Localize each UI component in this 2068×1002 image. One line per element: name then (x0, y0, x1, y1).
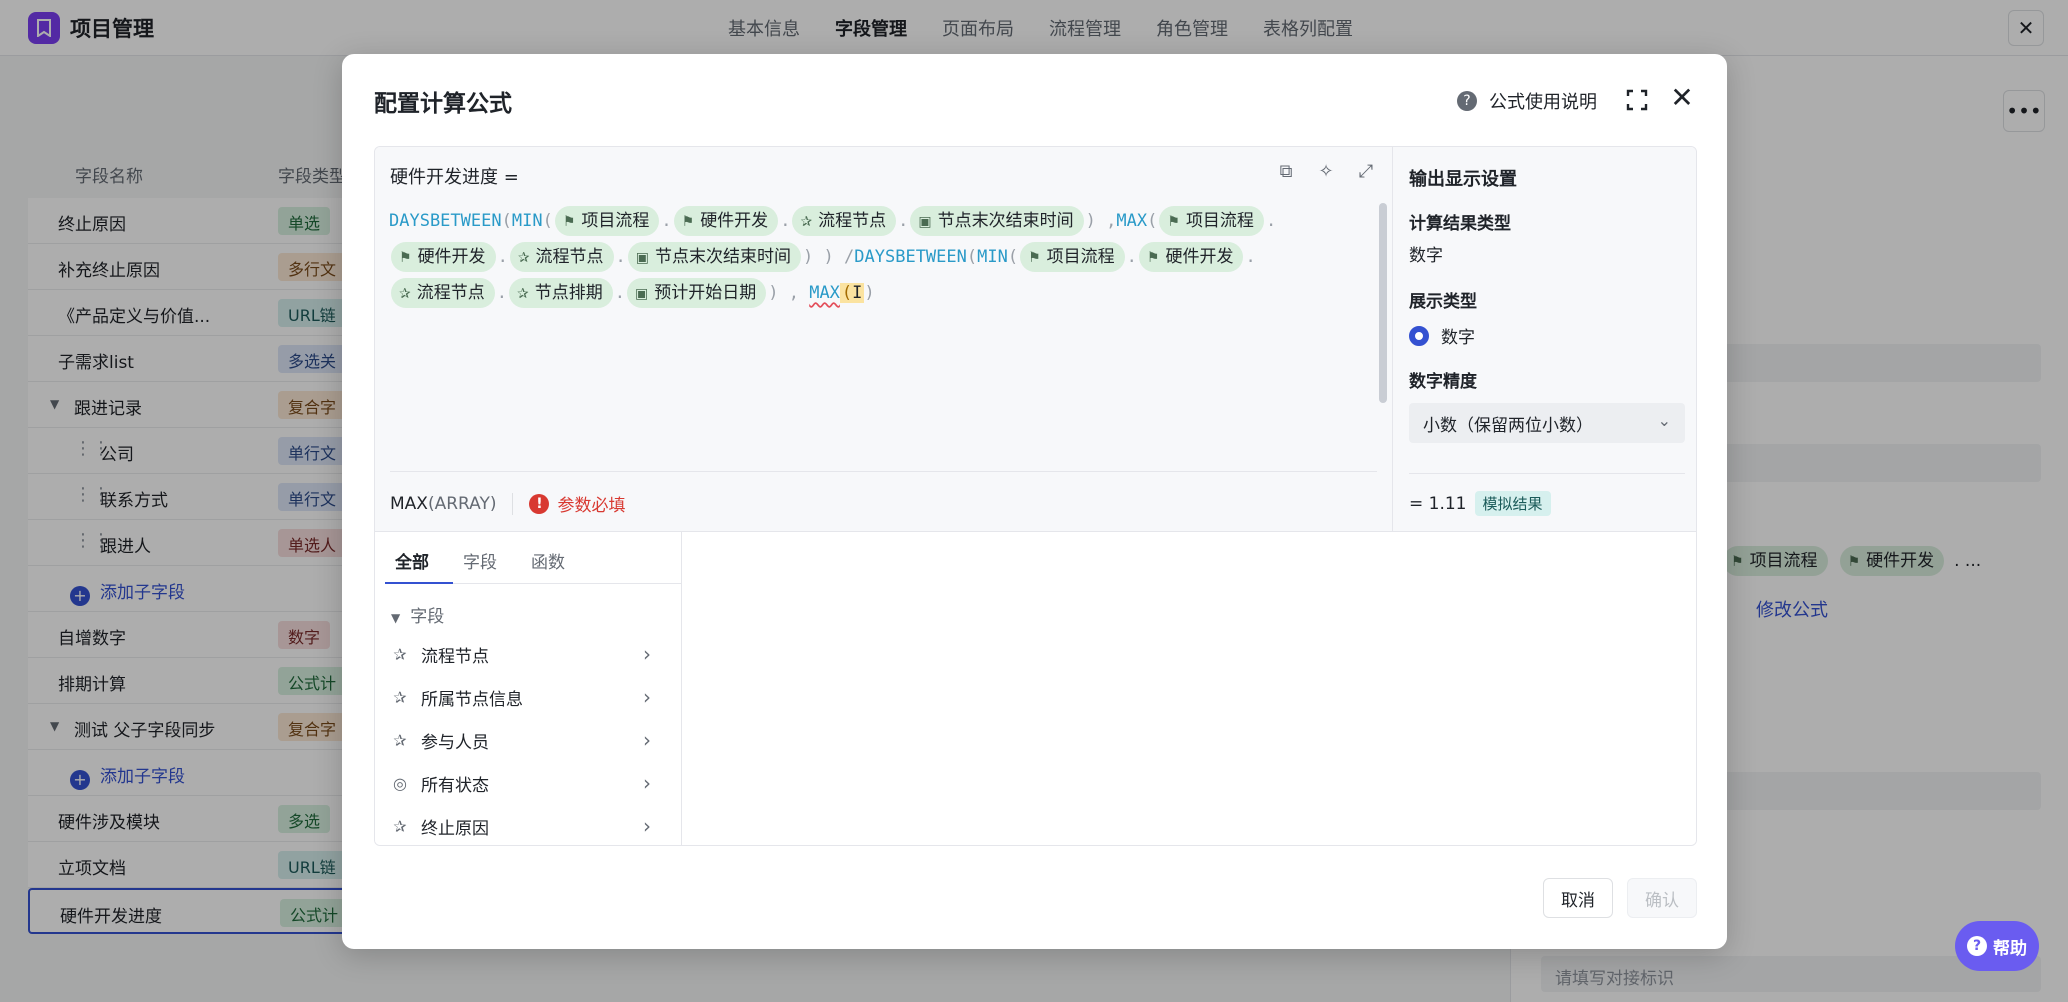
caret-down-icon: ▼ (391, 611, 401, 625)
field-chip: ✰ 流程节点 (391, 278, 495, 308)
calendar-icon: ▣ (635, 250, 650, 266)
output-settings: 输出显示设置 计算结果类型 数字 展示类型 数字 数字精度 小数（保留两位小数）… (1393, 147, 1696, 531)
insert-tabs: 全部 字段 函数 (385, 532, 681, 584)
error-icon: ! (529, 493, 550, 514)
flag-icon: ⚑ (562, 214, 576, 230)
node-star-icon: ✰ (800, 214, 813, 230)
node-star-icon: ✰ (393, 687, 407, 707)
field-chip: ⚑ 硬件开发 (1138, 242, 1244, 272)
flag-icon: ⚑ (1146, 250, 1160, 266)
question-icon: ? (1967, 936, 1987, 956)
precision-select[interactable]: 小数（保留两位小数） ⌄ (1409, 403, 1685, 443)
tab-all[interactable]: 全部 (385, 532, 453, 584)
result-type-label: 计算结果类型 (1409, 214, 1511, 234)
simulated-result-badge: 模拟结果 (1474, 491, 1551, 516)
node-star-icon: ✰ (399, 286, 411, 302)
chevron-right-icon: › (643, 771, 651, 795)
cancel-button[interactable]: 取消 (1543, 878, 1613, 918)
formula-help-link[interactable]: ? 公式使用说明 (1457, 88, 1597, 114)
list-item[interactable]: ✰ 终止原因 › (389, 806, 669, 845)
node-star-icon: ✰ (393, 644, 407, 664)
editor-toolbar: ⧉ ✧ ⤢ (1275, 161, 1377, 183)
field-chip: ⚑ 项目流程 (554, 206, 660, 236)
close-icon[interactable]: ✕ (1668, 84, 1696, 112)
divider (390, 471, 1377, 472)
status-circle-icon: ◎ (393, 773, 407, 793)
formula-editor-box: 硬件开发进度 = ⧉ ✧ ⤢ DAYSBETWEEN(MIN(⚑ 项目流程. ⚑ 硬件… (374, 146, 1697, 846)
flag-icon: ⚑ (399, 250, 412, 266)
text-cursor-icon: I (852, 283, 863, 303)
node-star-icon: ✰ (517, 250, 530, 266)
display-type-radio[interactable]: 数字 (1409, 323, 1475, 348)
copy-icon[interactable]: ⧉ (1275, 161, 1297, 183)
field-chip: ▣ 预计开始日期 (626, 278, 767, 308)
flag-icon: ⚑ (681, 214, 695, 230)
modal-title: 配置计算公式 (374, 91, 512, 117)
max-function-error: MAX (809, 283, 840, 303)
chevron-right-icon: › (643, 685, 651, 709)
flag-icon: ⚑ (1167, 214, 1180, 230)
field-chip: ⚑ 项目流程 (1020, 242, 1125, 272)
formula-text[interactable]: DAYSBETWEEN(MIN(⚑ 项目流程. ⚑ 硬件开发. ✰ 流程节点. ▣ 节点末次结… (389, 203, 1374, 311)
field-chip: ⚑ 项目流程 (1159, 206, 1264, 236)
chevron-right-icon: › (643, 642, 651, 666)
simulated-result: = 1.11 模拟结果 (1409, 491, 1551, 516)
question-circle-icon: ? (1457, 91, 1477, 111)
expand-icon[interactable]: ⤢ (1355, 161, 1377, 183)
formula-editor[interactable]: 硬件开发进度 = ⧉ ✧ ⤢ DAYSBETWEEN(MIN(⚑ 项目流程. ⚑ 硬件… (375, 147, 1393, 531)
chevron-down-icon: ⌄ (1657, 411, 1671, 430)
error-message: 参数必填 (557, 496, 626, 516)
field-chip: ▣ 节点末次结束时间 (627, 242, 802, 272)
list-item[interactable]: ◎ 所有状态 › (389, 763, 669, 803)
node-star-icon: ✰ (393, 730, 407, 750)
flag-icon: ⚑ (1028, 250, 1041, 266)
field-chip: ✰ 流程节点 (792, 206, 897, 236)
field-chip: ▣ 节点末次结束时间 (910, 206, 1084, 236)
field-chip: ⚑ 硬件开发 (673, 206, 779, 236)
divider (681, 532, 682, 845)
node-star-icon: ✰ (516, 286, 529, 302)
editor-scrollbar[interactable] (1379, 203, 1387, 403)
tab-functions[interactable]: 函数 (521, 532, 589, 584)
settings-title: 输出显示设置 (1409, 169, 1517, 190)
formula-modal: 配置计算公式 ? 公式使用说明 ✕ 硬件开发进度 = ⧉ ✧ ⤢ DAYSBET… (342, 54, 1727, 949)
tab-fields[interactable]: 字段 (453, 532, 521, 584)
tree-group-fields[interactable]: ▼ 字段 (391, 602, 444, 627)
chevron-right-icon: › (643, 814, 651, 838)
confirm-button[interactable]: 确认 (1627, 878, 1697, 918)
magic-icon[interactable]: ✧ (1315, 161, 1337, 183)
field-chip: ✰ 节点排期 (508, 278, 613, 308)
insert-panel: 全部 字段 函数 ▼ 字段 ✰ 流程节点 › ✰ 所属节点信息 › ✰ 参与人员 › ◎ 所有状… (375, 531, 1696, 845)
calendar-icon: ▣ (918, 214, 932, 230)
field-label: 硬件开发进度 = (390, 167, 519, 188)
divider (512, 492, 514, 515)
field-chip: ⚑ 硬件开发 (391, 242, 496, 272)
calendar-icon: ▣ (634, 286, 649, 302)
text-cursor: (I (839, 283, 865, 303)
fullscreen-icon[interactable] (1626, 89, 1650, 113)
list-item[interactable]: ✰ 流程节点 › (389, 634, 669, 674)
list-item[interactable]: ✰ 参与人员 › (389, 720, 669, 760)
chevron-right-icon: › (643, 728, 651, 752)
divider (1409, 473, 1685, 474)
list-item[interactable]: ✰ 所属节点信息 › (389, 677, 669, 717)
radio-checked-icon (1409, 325, 1429, 346)
display-type-label: 展示类型 (1409, 292, 1477, 312)
node-star-icon: ✰ (393, 816, 407, 836)
function-signature: MAX (ARRAY) ! 参数必填 (390, 491, 625, 516)
field-chip: ✰ 流程节点 (509, 242, 614, 272)
result-type-value: 数字 (1409, 246, 1443, 266)
precision-label: 数字精度 (1409, 372, 1477, 392)
help-button[interactable]: ? 帮助 (1955, 921, 2039, 971)
